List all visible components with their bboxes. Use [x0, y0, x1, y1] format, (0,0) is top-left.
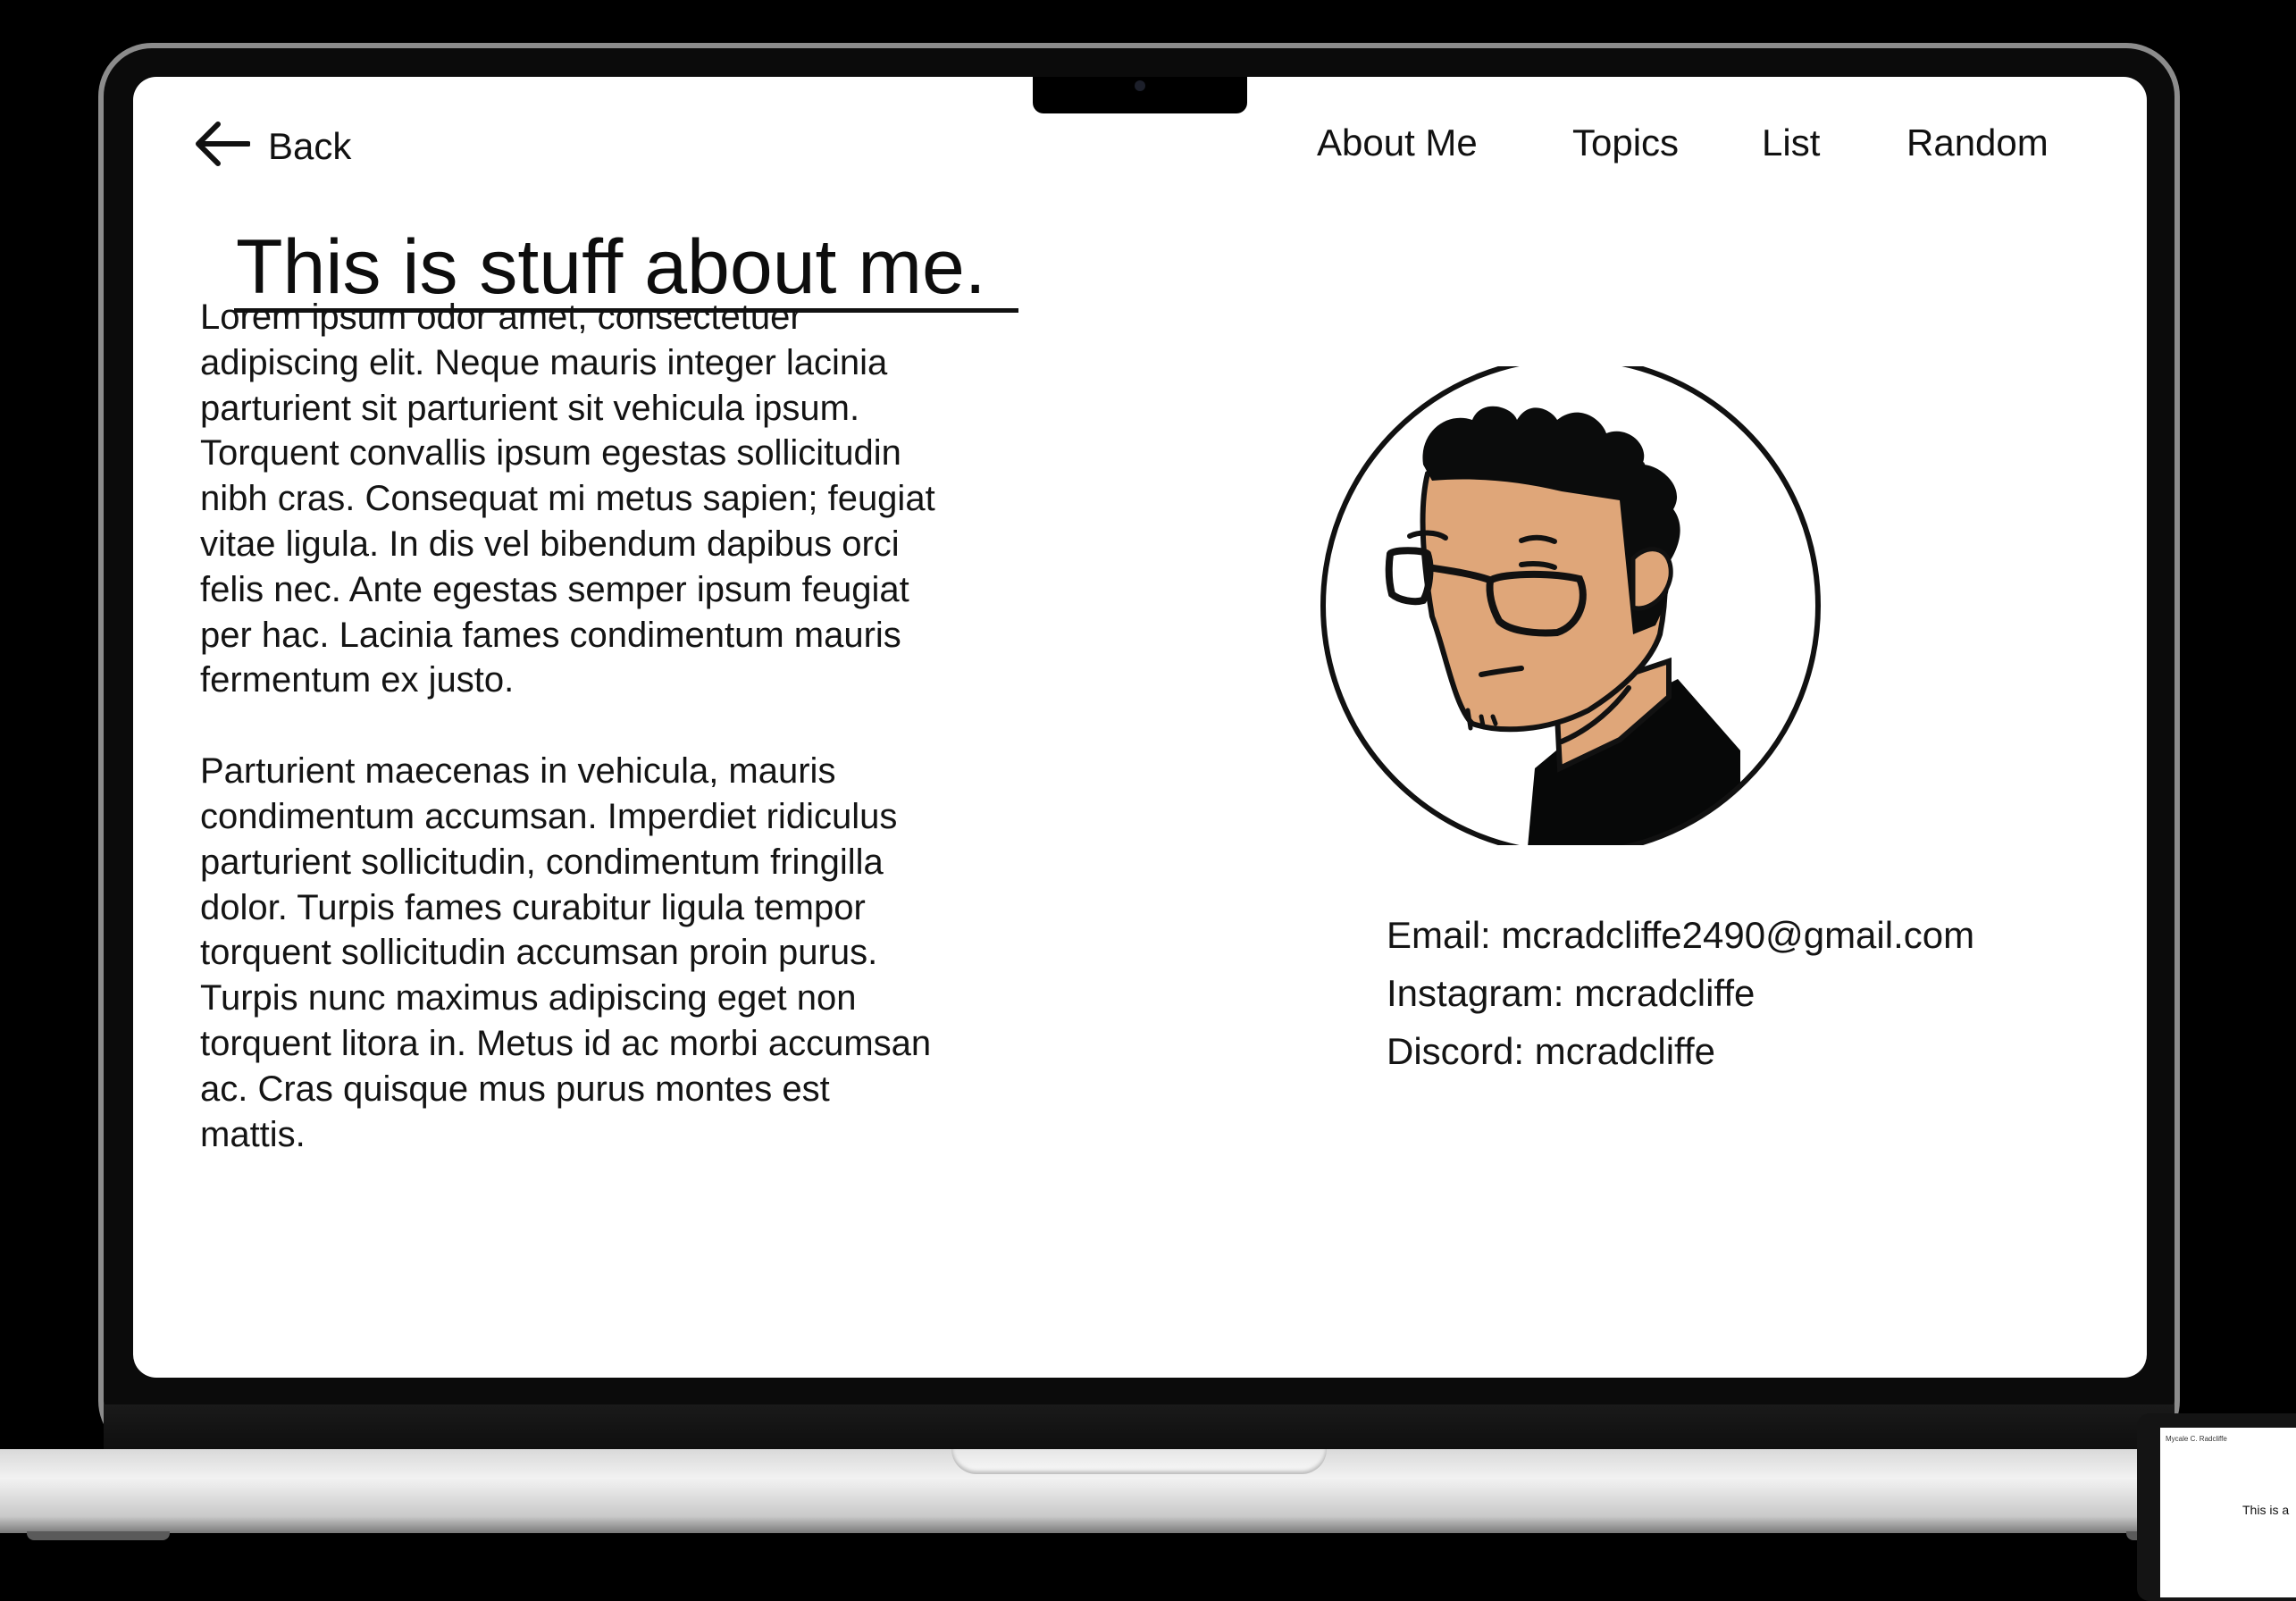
cartoon-portrait-avatar-icon — [1320, 356, 1821, 856]
title-underline — [234, 308, 1018, 313]
about-paragraph: Lorem ipsum odor amet, consectetuer adip… — [200, 298, 935, 700]
laptop-chin — [104, 1404, 2174, 1451]
arrow-left-icon — [195, 122, 251, 171]
about-paragraph: Parturient maecenas in vehicula, mauris … — [200, 751, 932, 1154]
nav-link-about-me[interactable]: About Me — [1317, 122, 1478, 164]
about-text: Lorem ipsum odor amet, consectetuer adip… — [200, 295, 942, 1203]
contact-instagram[interactable]: Instagram: mcradcliffe — [1387, 964, 1974, 1022]
back-button[interactable]: Back — [195, 122, 351, 171]
contact-email[interactable]: Email: mcradcliffe2490@gmail.com — [1387, 906, 1974, 964]
nav-link-list[interactable]: List — [1762, 122, 1820, 164]
laptop-foot-left — [27, 1531, 170, 1540]
laptop-base-notch — [951, 1449, 1327, 1474]
nav-link-topics[interactable]: Topics — [1572, 122, 1679, 164]
page-title: This is stuff about me. — [236, 224, 986, 310]
nav-link-random[interactable]: Random — [1906, 122, 2049, 164]
contact-info: Email: mcradcliffe2490@gmail.com Instagr… — [1387, 906, 1974, 1080]
secondary-device-text: This is a — [2242, 1503, 2290, 1517]
secondary-device-brand: Mycale C. Radcliffe — [2166, 1435, 2227, 1443]
back-label: Back — [268, 124, 352, 167]
avatar — [1320, 356, 1821, 856]
camera-icon — [1135, 80, 1145, 91]
contact-discord[interactable]: Discord: mcradcliffe — [1387, 1022, 1974, 1080]
